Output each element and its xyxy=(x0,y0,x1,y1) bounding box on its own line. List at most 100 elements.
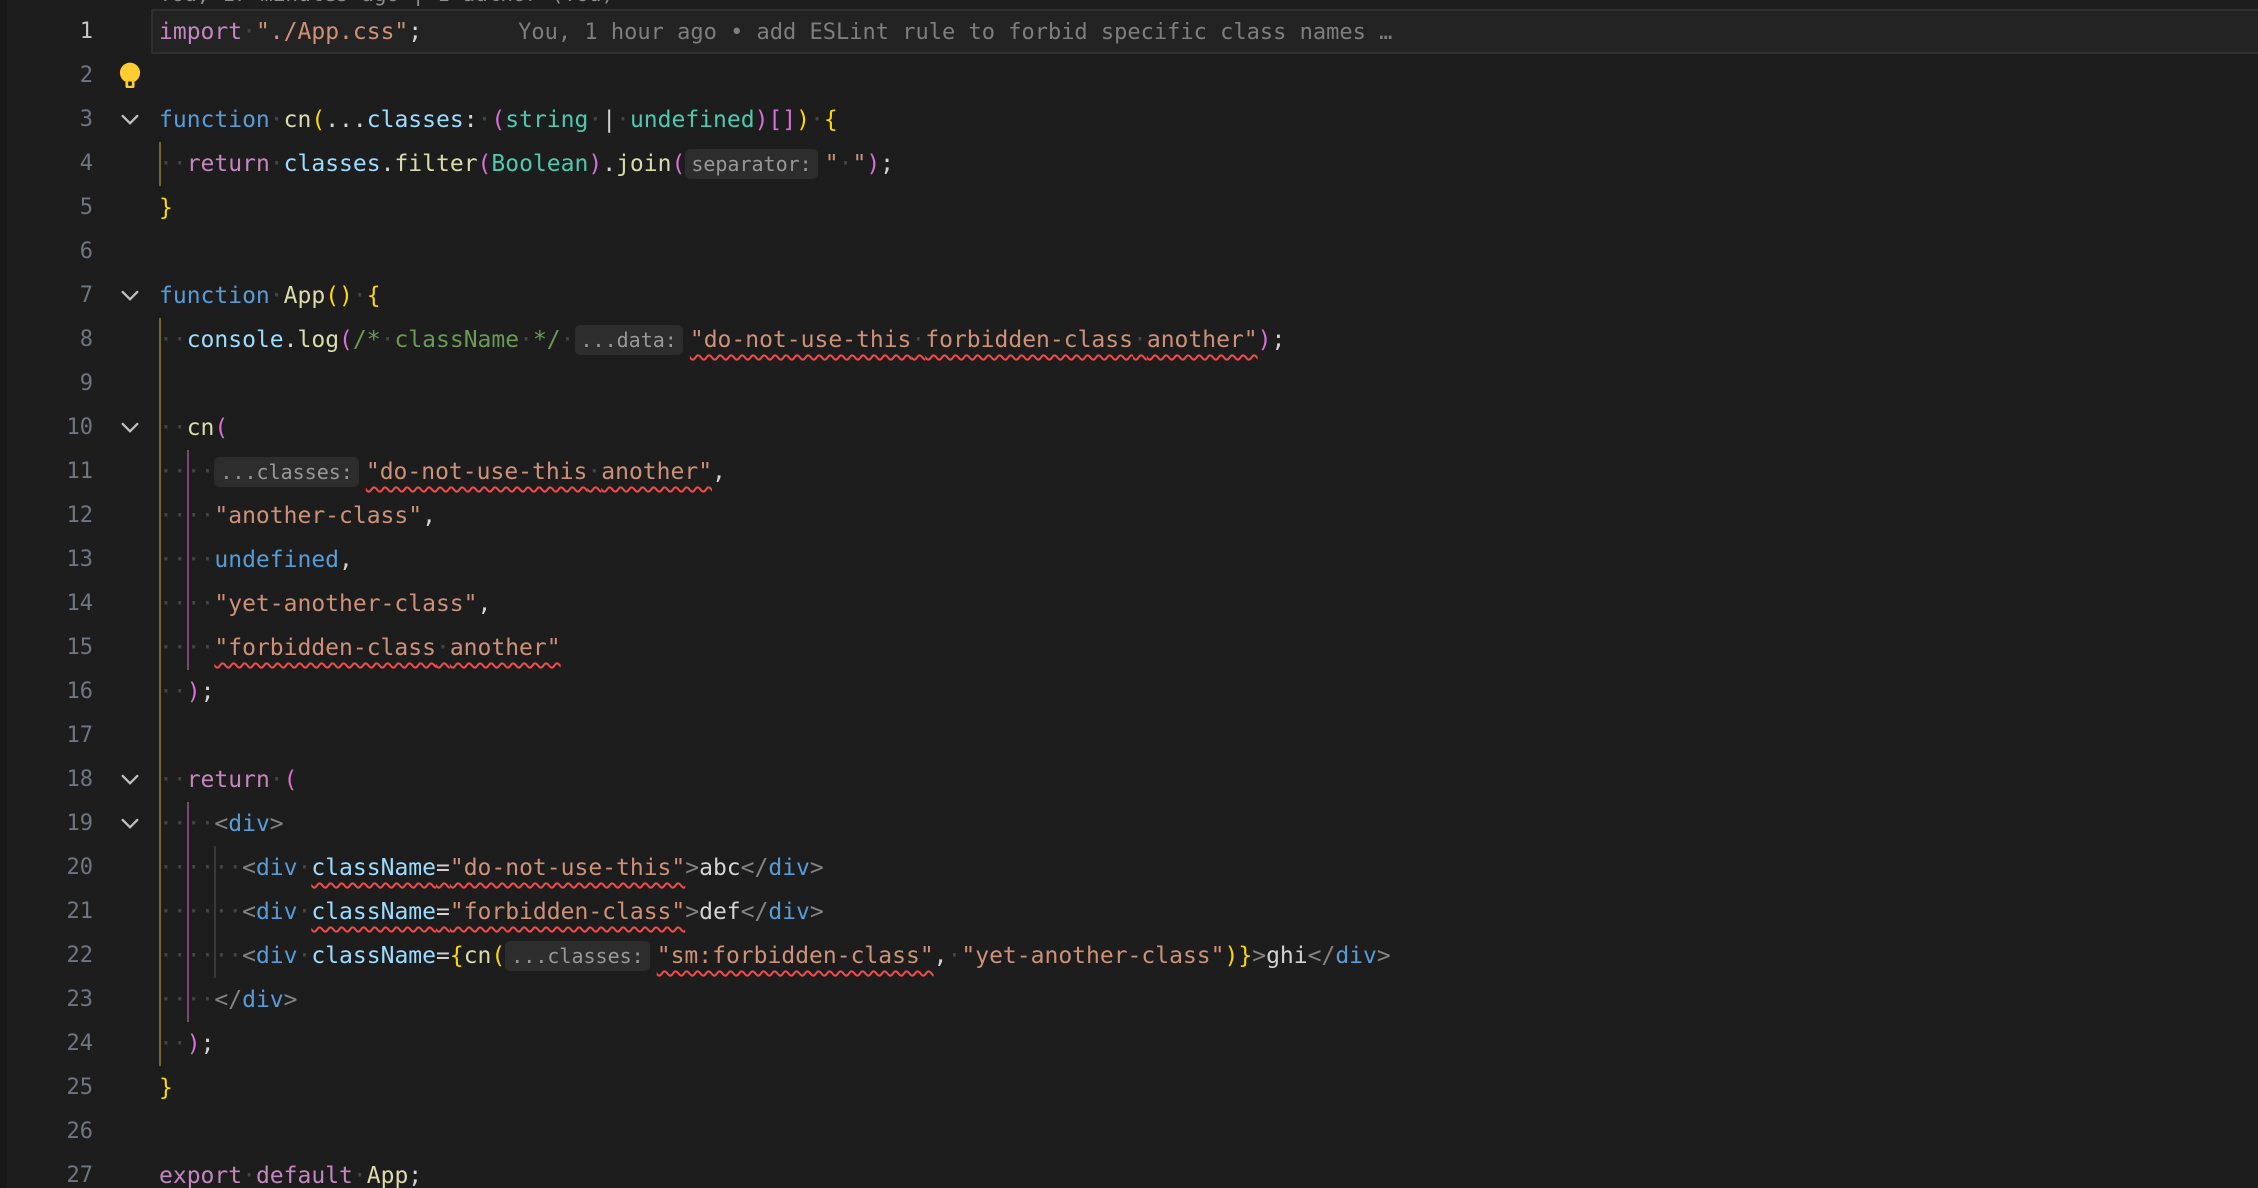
fold-chevron-icon[interactable] xyxy=(117,767,143,793)
code-text: ····<div> xyxy=(159,802,284,846)
line-number[interactable]: 2 xyxy=(0,54,93,98)
line-number[interactable]: 19 xyxy=(0,802,93,846)
line-number[interactable]: 17 xyxy=(0,714,93,758)
code-token: . xyxy=(602,151,616,177)
code-token: ( xyxy=(491,107,505,133)
line-number[interactable]: 25 xyxy=(0,1066,93,1110)
code-line[interactable]: 27export·default·App; xyxy=(0,1154,2258,1188)
line-number[interactable]: 10 xyxy=(0,406,93,450)
line-number[interactable]: 3 xyxy=(0,98,93,142)
code-token: import xyxy=(159,19,242,45)
code-token: </ xyxy=(214,987,242,1013)
line-number[interactable]: 23 xyxy=(0,978,93,1022)
line-number[interactable]: 7 xyxy=(0,274,93,318)
line-number[interactable]: 9 xyxy=(0,362,93,406)
code-token: another" xyxy=(450,635,561,661)
code-line[interactable]: 25} xyxy=(0,1066,2258,1110)
code-line[interactable]: 23····</div> xyxy=(0,978,2258,1022)
code-line[interactable]: 6 xyxy=(0,230,2258,274)
line-number[interactable]: 27 xyxy=(0,1154,93,1188)
code-line[interactable]: 2 xyxy=(0,54,2258,98)
line-number[interactable]: 8 xyxy=(0,318,93,362)
code-line[interactable]: 16··); xyxy=(0,670,2258,714)
code-line[interactable]: 7function·App()·{ xyxy=(0,274,2258,318)
code-line[interactable]: 10··cn( xyxy=(0,406,2258,450)
code-token: cn xyxy=(187,415,215,441)
code-token: ( xyxy=(284,767,298,793)
code-line[interactable]: 19 ····<div> xyxy=(0,802,2258,846)
error-squiggle: "sm:forbidden-class" xyxy=(657,943,934,969)
line-number[interactable]: 12 xyxy=(0,494,93,538)
code-line[interactable]: 26 xyxy=(0,1110,2258,1154)
line-number[interactable]: 24 xyxy=(0,1022,93,1066)
glyph-margin-fold[interactable] xyxy=(104,98,156,142)
code-line[interactable]: 21······<div·className="forbidden-class"… xyxy=(0,890,2258,934)
code-text: ··); xyxy=(159,1022,214,1066)
line-number[interactable]: 20 xyxy=(0,846,93,890)
line-number[interactable]: 5 xyxy=(0,186,93,230)
line-number[interactable]: 26 xyxy=(0,1110,93,1154)
code-token: . xyxy=(284,327,298,353)
code-line[interactable]: 11····...classes:"do-not-use-this·anothe… xyxy=(0,450,2258,494)
code-line[interactable]: 3function·cn(...classes:·(string·|·undef… xyxy=(0,98,2258,142)
code-line[interactable]: 13····undefined, xyxy=(0,538,2258,582)
line-number[interactable]: 22 xyxy=(0,934,93,978)
line-number[interactable]: 21 xyxy=(0,890,93,934)
code-token: · xyxy=(911,327,925,353)
code-line[interactable]: 15····"forbidden-class·another" xyxy=(0,626,2258,670)
glyph-margin-fold[interactable] xyxy=(104,406,156,450)
line-number[interactable]: 1 xyxy=(0,10,93,54)
fold-chevron-icon[interactable] xyxy=(117,415,143,441)
code-token: ·· xyxy=(159,415,187,441)
fold-chevron-icon[interactable] xyxy=(117,107,143,133)
code-token: ·· xyxy=(159,767,187,793)
fold-chevron-icon[interactable] xyxy=(117,283,143,309)
code-line[interactable]: 5} xyxy=(0,186,2258,230)
glyph-margin-fold[interactable] xyxy=(104,758,156,802)
code-line[interactable]: 1import·"./App.css";You, 1 hour ago • ad… xyxy=(0,10,2258,54)
code-text: } xyxy=(159,186,173,230)
glyph-margin-fold[interactable] xyxy=(104,274,156,318)
fold-chevron-icon[interactable] xyxy=(117,811,143,837)
line-number[interactable]: 14 xyxy=(0,582,93,626)
code-token: ·· xyxy=(159,151,187,177)
code-token: div xyxy=(768,899,810,925)
code-token: " xyxy=(852,151,866,177)
line-number[interactable]: 15 xyxy=(0,626,93,670)
code-token: App xyxy=(284,283,326,309)
code-token: ( xyxy=(339,327,353,353)
code-token: · xyxy=(588,107,602,133)
code-token: } xyxy=(159,1075,173,1101)
code-editor[interactable]: You, 17 minutes ago | 1 author (You) 1im… xyxy=(0,0,2258,1188)
code-line[interactable]: 12····"another-class", xyxy=(0,494,2258,538)
code-line[interactable]: 20······<div·className="do-not-use-this"… xyxy=(0,846,2258,890)
line-number[interactable]: 13 xyxy=(0,538,93,582)
code-token: ···· xyxy=(159,591,214,617)
glyph-margin-fold[interactable] xyxy=(104,802,156,846)
code-token: · xyxy=(298,943,312,969)
line-number[interactable]: 18 xyxy=(0,758,93,802)
code-line[interactable]: 8··console.log(/*·className·*/·...data:"… xyxy=(0,318,2258,362)
code-token: ·· xyxy=(159,327,187,353)
code-token: ······ xyxy=(159,855,242,881)
code-token: < xyxy=(242,943,256,969)
line-number[interactable]: 4 xyxy=(0,142,93,186)
code-token: "sm:forbidden-class" xyxy=(657,943,934,969)
code-token: > xyxy=(685,855,699,881)
code-line[interactable]: 24 ··); xyxy=(0,1022,2258,1066)
code-line[interactable]: 22······<div·className={cn(...classes:"s… xyxy=(0,934,2258,978)
line-number[interactable]: 11 xyxy=(0,450,93,494)
code-line[interactable]: 9 xyxy=(0,362,2258,406)
line-number[interactable]: 16 xyxy=(0,670,93,714)
code-line[interactable]: 4··return·classes.filter(Boolean).join(s… xyxy=(0,142,2258,186)
code-token: div xyxy=(256,899,298,925)
code-token: ; xyxy=(408,19,422,45)
code-line[interactable]: 18··return·( xyxy=(0,758,2258,802)
code-line[interactable]: 14····"yet-another-class", xyxy=(0,582,2258,626)
quick-fix-lightbulb-icon[interactable] xyxy=(117,61,143,91)
code-line[interactable]: 17 xyxy=(0,714,2258,758)
code-token: " xyxy=(825,151,839,177)
line-number[interactable]: 6 xyxy=(0,230,93,274)
glyph-margin-lightbulb[interactable] xyxy=(104,54,156,98)
inlay-hint: ...classes: xyxy=(214,457,358,487)
